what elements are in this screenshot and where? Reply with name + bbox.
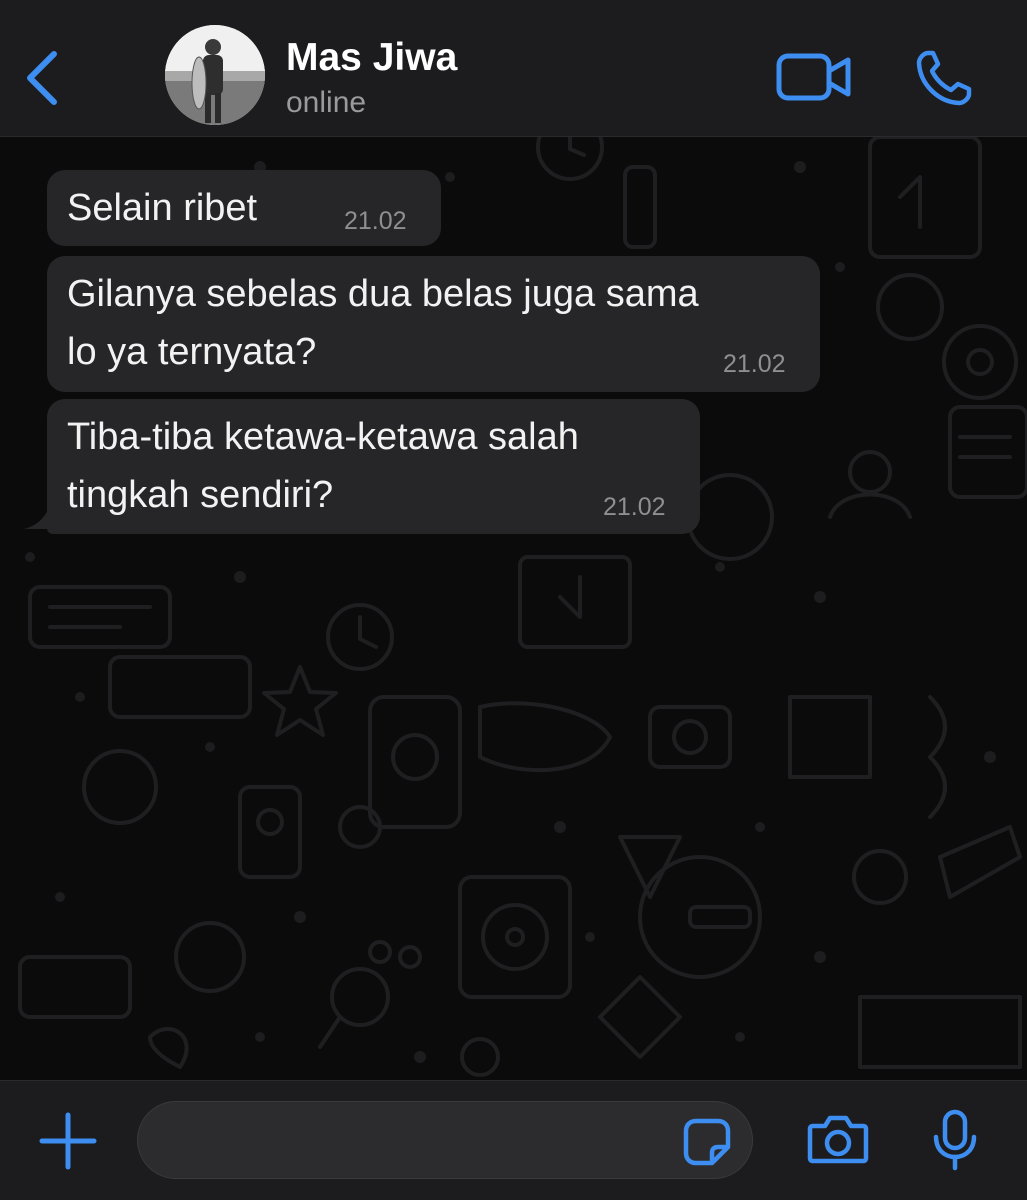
message-text-line: tingkah sendiri? [67, 474, 334, 516]
contact-status: online [286, 86, 367, 119]
camera-icon [807, 1115, 869, 1164]
contact-name[interactable]: Mas Jiwa [286, 36, 457, 80]
composer-bar [0, 1080, 1027, 1200]
message-bubble[interactable]: Selain ribet 21.02 [47, 170, 441, 246]
plus-icon [39, 1112, 97, 1170]
sticker-icon [683, 1118, 731, 1166]
avatar-photo [165, 25, 265, 125]
chat-header: Mas Jiwa online [0, 0, 1027, 137]
message-text-line: Tiba-tiba ketawa-ketawa salah [67, 416, 579, 458]
message-time: 21.02 [723, 350, 786, 378]
microphone-button[interactable] [932, 1109, 978, 1171]
chat-area[interactable]: Selain ribet 21.02 Gilanya sebelas dua b… [0, 137, 1027, 1080]
sticker-button[interactable] [682, 1117, 732, 1167]
message-bubble[interactable]: Tiba-tiba ketawa-ketawa salah tingkah se… [47, 399, 700, 534]
microphone-icon [933, 1109, 977, 1171]
message-text-line: lo ya ternyata? [67, 331, 317, 373]
chevron-left-icon [27, 51, 57, 105]
message-time: 21.02 [344, 207, 407, 235]
message-text: Selain ribet [67, 187, 258, 229]
attach-button[interactable] [38, 1111, 98, 1171]
video-call-button[interactable] [776, 52, 852, 102]
message-time: 21.02 [603, 493, 666, 521]
message-bubble[interactable]: Gilanya sebelas dua belas juga sama lo y… [47, 256, 820, 392]
phone-icon [916, 50, 972, 106]
video-camera-icon [776, 53, 851, 101]
contact-avatar[interactable] [165, 25, 265, 125]
voice-call-button[interactable] [914, 48, 974, 108]
camera-button[interactable] [807, 1114, 869, 1164]
message-text-line: Gilanya sebelas dua belas juga sama [67, 273, 699, 315]
message-input[interactable] [137, 1101, 753, 1179]
back-button[interactable] [22, 48, 62, 108]
